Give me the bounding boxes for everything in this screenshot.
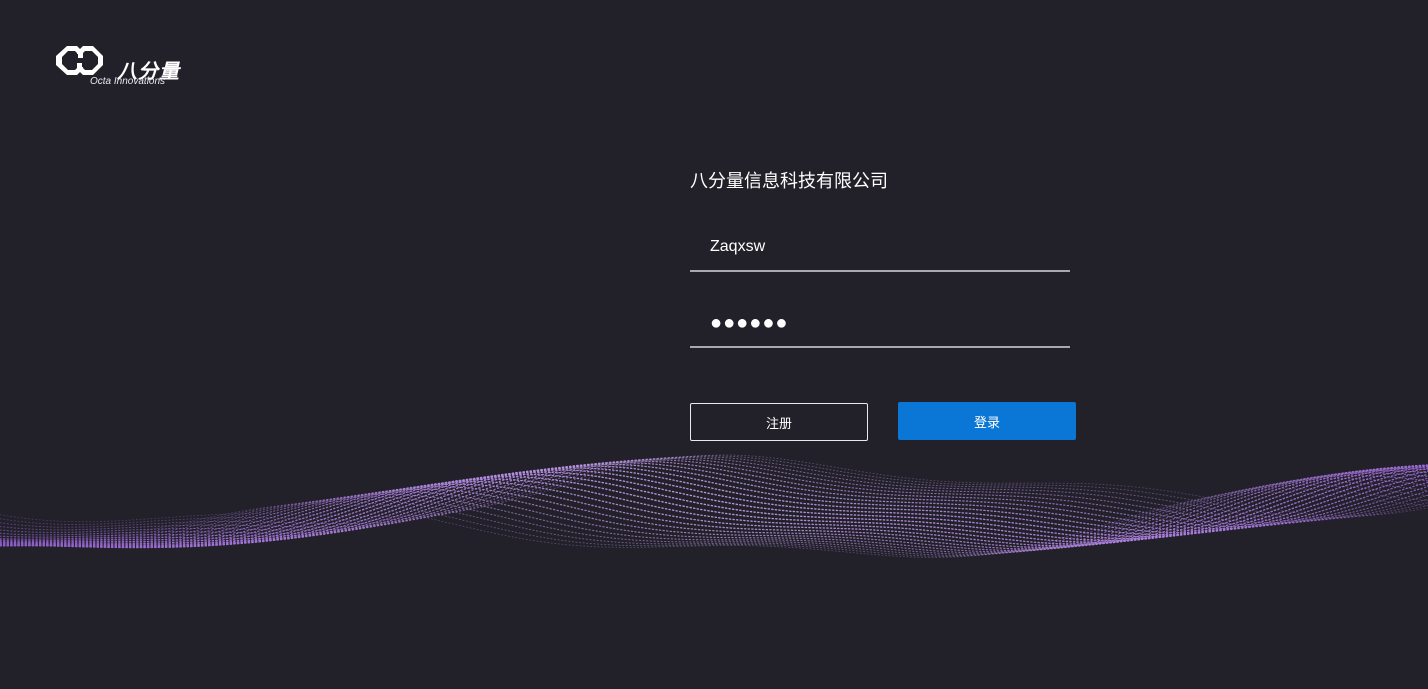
wave-line: [0, 481, 1428, 555]
logo-english-name: Octa Innovations: [90, 76, 166, 87]
password-input[interactable]: [690, 300, 1070, 346]
wave-line: [0, 466, 1428, 549]
brand-logo: 八分量 Octa Innovations: [53, 42, 183, 88]
register-button[interactable]: 注册: [690, 403, 868, 441]
login-button[interactable]: 登录: [898, 402, 1076, 440]
wave-line: [0, 478, 1428, 554]
wave-line: [0, 492, 1428, 558]
username-field: [690, 224, 1070, 272]
username-input[interactable]: [690, 224, 1070, 270]
wave-line: [0, 467, 1428, 545]
wave-line: [0, 475, 1428, 553]
company-title: 八分量信息科技有限公司: [690, 171, 888, 192]
wave-line: [0, 455, 1428, 525]
password-field: [690, 300, 1070, 348]
particle-wave-decoration: [0, 454, 1428, 558]
